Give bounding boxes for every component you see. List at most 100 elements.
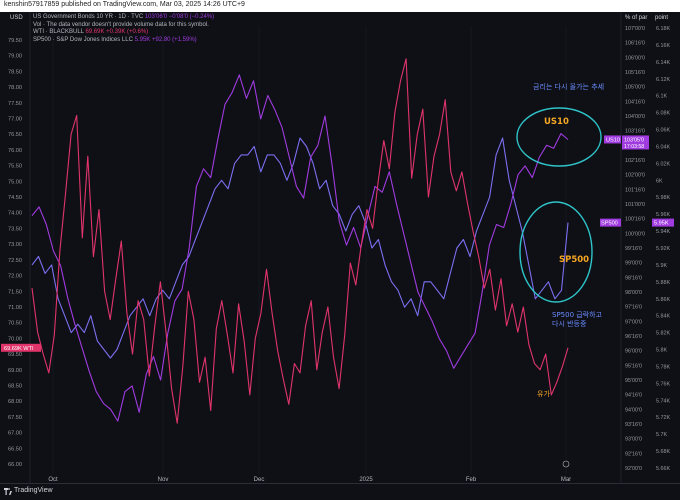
right-axis-tick: 6.06K bbox=[656, 128, 670, 134]
legend-sp500-values: 5.95K +92.80 (+1.59%) bbox=[134, 36, 197, 43]
right-axis-tick: 6.1K bbox=[656, 94, 667, 100]
footer-brand: TradingView bbox=[14, 487, 53, 494]
right-axis-tick: 5.72K bbox=[656, 415, 670, 421]
right-axis-unit: point bbox=[655, 15, 669, 21]
mid-axis-tick: 92'16'0 bbox=[625, 451, 642, 457]
left-axis-tick: 68.00 bbox=[8, 399, 22, 405]
chart-root: kenshin57917859 published on TradingView… bbox=[0, 0, 680, 500]
right-axis-tick: 5.98K bbox=[656, 195, 670, 201]
mid-axis-tick: 93'00'0 bbox=[625, 437, 642, 443]
legend-vol-text: Vol · The data vendor doesn't provide vo… bbox=[33, 21, 209, 28]
footer-bar: TradingView bbox=[0, 483, 680, 500]
right-axis-tick: 5.82K bbox=[656, 331, 670, 337]
wti-price-label: 69.69K WTI bbox=[4, 346, 34, 352]
right-axis-tick: 6K bbox=[656, 178, 663, 184]
mid-axis-tick: 97'00'0 bbox=[625, 319, 642, 325]
left-axis-tick: 75.50 bbox=[8, 164, 22, 170]
mid-axis-tick: 102'16'0 bbox=[625, 158, 645, 164]
mid-axis-tick: 98'16'0 bbox=[625, 275, 642, 281]
right-axis-tick: 5.78K bbox=[656, 364, 670, 370]
legend-sp500-name: SP500 · S&P Dow Jones Indices LLC bbox=[33, 36, 133, 43]
annotation-rates-text: 금리는 다시 올가는 추세 bbox=[533, 82, 604, 91]
mid-axis-tick: 100'00'0 bbox=[625, 231, 645, 237]
left-axis-tick: 70.50 bbox=[8, 321, 22, 327]
mid-axis-tick: 99'16'0 bbox=[625, 246, 642, 252]
mid-axis-tick: 96'00'0 bbox=[625, 349, 642, 355]
right-axis-tick: 5.94K bbox=[656, 229, 670, 235]
left-axis-tick: 66.50 bbox=[8, 446, 22, 452]
legend-wti-values: 69.69K +0.39K (+0.6%) bbox=[85, 29, 149, 35]
right-axis-tick: 5.96K bbox=[656, 212, 670, 218]
right-axis-tick: 5.7K bbox=[656, 432, 667, 438]
left-axis-tick: 68.50 bbox=[8, 383, 22, 389]
left-axis-tick: 77.00 bbox=[8, 117, 22, 123]
mid-axis-tick: 98'00'0 bbox=[625, 290, 642, 296]
right-axis-tick: 5.68K bbox=[656, 449, 670, 455]
left-axis-tick: 66.00 bbox=[8, 462, 22, 468]
left-axis-tick: 75.00 bbox=[8, 179, 22, 185]
legend-us10[interactable]: US Government Bonds 10 YR · 1D · TVC 103… bbox=[33, 14, 214, 22]
mid-axis-tick: 94'00'0 bbox=[625, 407, 642, 413]
legend: US Government Bonds 10 YR · 1D · TVC 103… bbox=[33, 14, 214, 44]
us10-price-label: 103'05'0 bbox=[624, 137, 644, 143]
mid-axis-tick: 97'16'0 bbox=[625, 305, 642, 311]
mid-axis-tick: 95'16'0 bbox=[625, 363, 642, 369]
left-axis-tick: 73.00 bbox=[8, 242, 22, 248]
chart-svg: 79.50 79.00 78.50 78.00 77.50 77.00 76.50 76.00… bbox=[0, 12, 680, 483]
annotation-sp500-label: SP500 bbox=[559, 255, 589, 265]
left-axis-tick: 74.50 bbox=[8, 195, 22, 201]
mid-axis-unit: % of par bbox=[625, 15, 648, 21]
left-axis-tick: 76.00 bbox=[8, 148, 22, 154]
tradingview-logo-icon bbox=[4, 488, 12, 495]
right-axis-tick: 6.16K bbox=[656, 43, 670, 49]
left-axis-unit: USD bbox=[10, 15, 23, 21]
mid-axis-tick: 95'00'0 bbox=[625, 378, 642, 384]
left-axis-tick: 76.50 bbox=[8, 132, 22, 138]
right-axis-tick: 5.86K bbox=[656, 297, 670, 303]
mid-axis-tick: 107'00'0 bbox=[625, 26, 645, 32]
mid-axis-tick: 93'16'0 bbox=[625, 422, 642, 428]
left-axis-tick: 78.00 bbox=[8, 85, 22, 91]
mid-axis-tick: 105'16'0 bbox=[625, 70, 645, 76]
right-axis-tick: 5.9K bbox=[656, 263, 667, 269]
right-axis-tick: 5.66K bbox=[656, 466, 670, 472]
right-axis-tick: 6.08K bbox=[656, 111, 670, 117]
annotation-oil-label: 유가 bbox=[537, 389, 550, 398]
annotation-us10-label: US10 bbox=[544, 117, 569, 127]
mid-axis-tick: 99'00'0 bbox=[625, 261, 642, 267]
legend-wti[interactable]: WTI · BLACKBULL 69.69K +0.39K (+0.6%) bbox=[33, 29, 214, 37]
mid-axis-tick: 92'00'0 bbox=[625, 466, 642, 472]
right-axis-tick: 5.74K bbox=[656, 398, 670, 404]
left-axis-tick: 70.00 bbox=[8, 336, 22, 342]
left-axis-tick: 73.50 bbox=[8, 226, 22, 232]
mid-axis-tick: 106'00'0 bbox=[625, 55, 645, 61]
right-axis-tick: 5.8K bbox=[656, 348, 667, 354]
right-axis-tick: 6.12K bbox=[656, 77, 670, 83]
mid-axis-tick: 105'00'0 bbox=[625, 85, 645, 91]
legend-sp500[interactable]: SP500 · S&P Dow Jones Indices LLC 5.95K … bbox=[33, 37, 214, 45]
mid-axis-tick: 103'16'0 bbox=[625, 129, 645, 135]
right-axis-tick: 6.18K bbox=[656, 26, 670, 32]
left-axis-tick: 69.50 bbox=[8, 352, 22, 358]
mid-axis-tick: 96'16'0 bbox=[625, 334, 642, 340]
legend-wti-name: WTI · BLACKBULL bbox=[33, 29, 84, 35]
left-axis-tick: 72.50 bbox=[8, 258, 22, 264]
left-axis-tick: 78.50 bbox=[8, 69, 22, 75]
right-axis-tick: 5.84K bbox=[656, 314, 670, 320]
left-axis-tick: 79.50 bbox=[8, 38, 22, 44]
legend-us10-values: 103'06'0 −0'08'0 (−0.24%) bbox=[144, 14, 215, 20]
left-axis-tick: 67.00 bbox=[8, 431, 22, 437]
left-axis-tick: 79.00 bbox=[8, 54, 22, 60]
right-axis-tick: 6.04K bbox=[656, 144, 670, 150]
left-axis-tick: 69.00 bbox=[8, 368, 22, 374]
right-axis-tick: 5.88K bbox=[656, 280, 670, 286]
us10-time-label: 17:03:58 bbox=[624, 144, 644, 150]
sp500-tag-label: SP500 bbox=[601, 221, 618, 227]
mid-axis-tick: 106'16'0 bbox=[625, 41, 645, 47]
mid-axis-tick: 100'16'0 bbox=[625, 217, 645, 223]
right-axis-tick: 5.92K bbox=[656, 246, 670, 252]
legend-vol[interactable]: Vol · The data vendor doesn't provide vo… bbox=[33, 22, 214, 30]
left-axis-tick: 72.00 bbox=[8, 274, 22, 280]
legend-us10-name: US Government Bonds 10 YR · 1D · TVC bbox=[33, 14, 144, 20]
mid-axis-tick: 104'16'0 bbox=[625, 99, 645, 105]
